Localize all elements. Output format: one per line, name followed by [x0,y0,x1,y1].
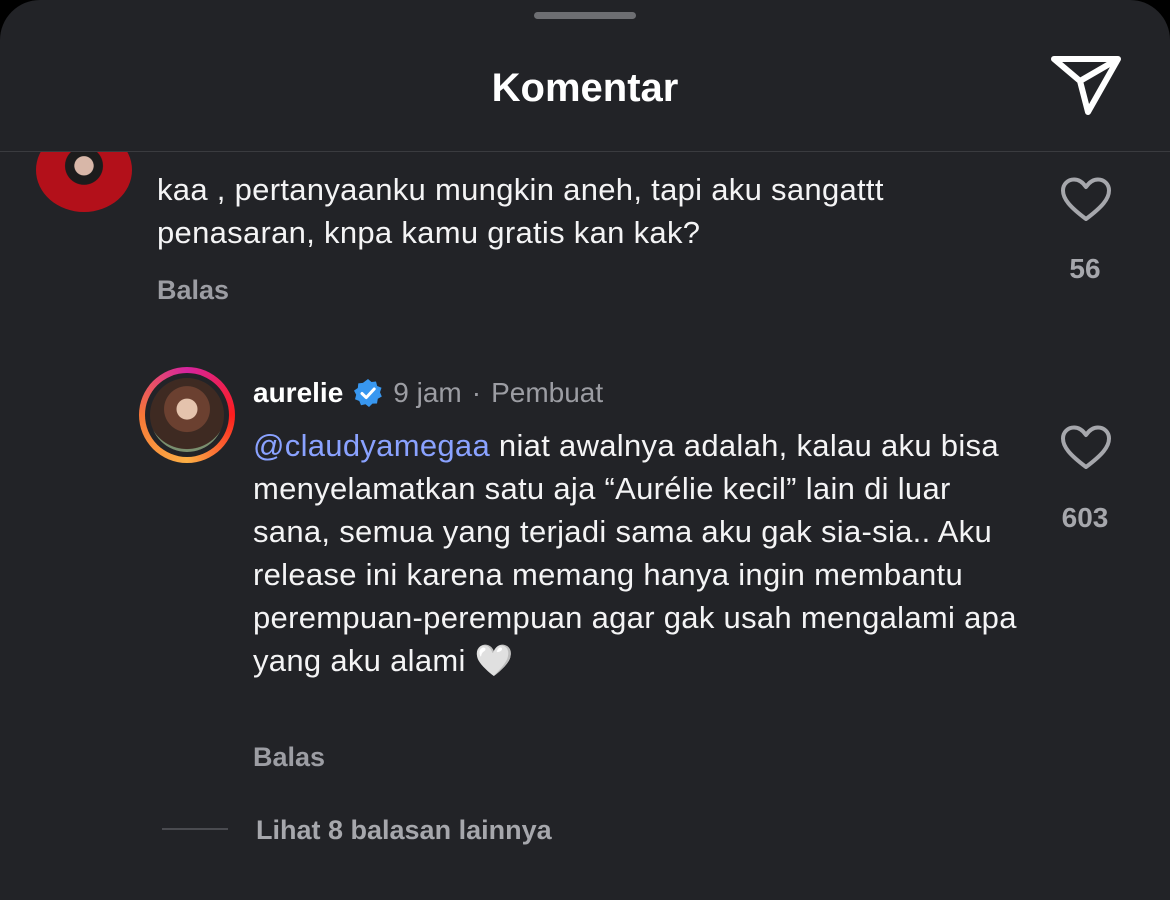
avatar[interactable] [139,367,235,463]
like-count: 603 [1061,502,1109,533]
comment-meta: aurelie 9 jam · Pembuat [253,374,603,412]
view-more-replies-button[interactable]: Lihat 8 balasan lainnya [256,812,552,848]
like-button[interactable] [1060,177,1112,223]
comment-item: kaa , pertanyaanku mungkin aneh, tapi ak… [0,152,1170,352]
comment-text: kaa , pertanyaanku mungkin aneh, tapi ak… [157,172,884,250]
heart-icon [1061,177,1111,221]
comment-time: 9 jam [393,377,462,408]
avatar[interactable] [36,152,132,212]
replies-divider [162,828,228,830]
heart-icon [1061,425,1111,469]
like-button[interactable] [1060,425,1112,471]
comments-sheet: Komentar kaa , pertanyaanku mungkin aneh… [0,0,1170,900]
like-count: 56 [1069,253,1101,284]
reply-button[interactable]: Balas [157,273,229,307]
white-heart-emoji: 🤍 [474,643,514,678]
comment-body: niat awalnya adalah, kalau aku bisa meny… [253,428,1017,678]
username-link[interactable]: aurelie [253,374,343,412]
page-title: Komentar [491,66,679,110]
mention-link[interactable]: @claudyamegaa [253,428,490,463]
send-icon [1051,56,1121,115]
sheet-grabber[interactable] [534,12,636,19]
creator-label: Pembuat [491,377,604,408]
meta-separator: · [471,377,482,408]
verified-badge-icon [354,379,383,407]
comment-text: @claudyamegaa niat awalnya adalah, kalau… [253,424,1033,682]
reply-button[interactable]: Balas [253,740,325,774]
share-button[interactable] [1048,52,1124,118]
